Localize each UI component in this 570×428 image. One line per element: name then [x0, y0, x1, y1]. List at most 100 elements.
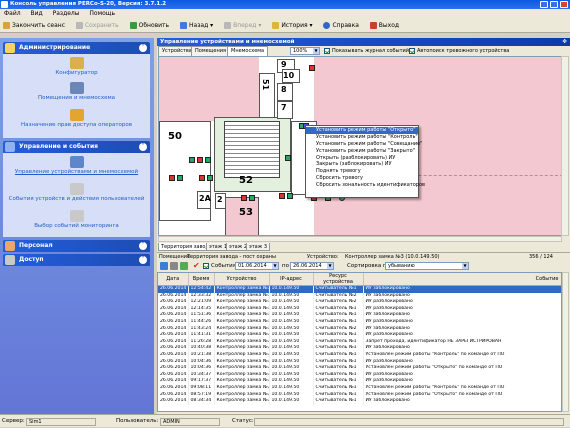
nav-item-device-events[interactable]: События устройств и действия пользовател…: [3, 183, 150, 202]
table-row[interactable]: 26.06.2014 11:41:31 Контроллер замка №3 10.…: [158, 332, 561, 339]
section-events-header[interactable]: Управление и события ˄: [3, 141, 150, 153]
exit-button[interactable]: Выход: [369, 19, 399, 33]
table-row[interactable]: 26.06.2014 10:04:36 Контроллер замка №3 10.…: [158, 358, 561, 366]
save-button[interactable]: Сохранить: [75, 19, 119, 33]
column-header-event[interactable]: Событие: [363, 273, 561, 286]
tab-mnemonic[interactable]: Мнемосхема: [227, 46, 269, 56]
date-to-picker[interactable]: 26.06.2014 ▼: [290, 262, 334, 270]
table-cell: 26.06.2014: [158, 371, 189, 379]
table-cell: 11:26:28: [188, 338, 215, 346]
door-device-icon[interactable]: [199, 175, 205, 181]
checkbox[interactable]: [409, 47, 415, 54]
menu-sections[interactable]: Разделы: [53, 10, 80, 17]
table-row[interactable]: 26.06.2014 08:34:34 Контроллер замка №3 10.…: [158, 398, 561, 405]
table-row[interactable]: 26.06.2014 10:21:38 Контроллер замка №3 10.…: [158, 351, 561, 359]
export-icon[interactable]: [180, 262, 188, 270]
table-row[interactable]: 26.06.2014 10:40:38 Контроллер замка №3 10.…: [158, 345, 561, 352]
forward-button[interactable]: Вперед ▾: [224, 19, 261, 33]
menu-item-reset-zones[interactable]: Сбросить зональность идентификаторов: [306, 182, 425, 189]
door-device-icon[interactable]: [197, 157, 203, 163]
nav-item-device-control[interactable]: Управление устройствами и мнемосхемой: [3, 156, 150, 175]
date-from-picker[interactable]: 01.06.2014 ▼: [235, 262, 279, 270]
refresh-events-icon[interactable]: [160, 262, 168, 270]
menu-item-reset-alarm[interactable]: Сбросить тревогу: [306, 175, 418, 182]
door-device-icon[interactable]: [177, 175, 183, 181]
menu-item-raise-alarm[interactable]: Поднять тревогу: [306, 168, 418, 175]
menu-file[interactable]: Файл: [4, 10, 21, 17]
map-vertical-scrollbar[interactable]: [561, 56, 569, 236]
help-button[interactable]: Справка: [323, 19, 359, 33]
close-button[interactable]: [560, 1, 568, 8]
table-row[interactable]: 26.06.2014 12:33:32 Контроллер замка №1 10.…: [158, 292, 561, 300]
menu-item-mode-meeting[interactable]: Установить режим работы "Совещание": [306, 141, 422, 148]
refresh-button[interactable]: Обновить: [129, 19, 169, 33]
expand-chevron-icon[interactable]: ˅: [139, 242, 147, 250]
door-device-icon[interactable]: [279, 193, 285, 199]
checkbox[interactable]: [203, 262, 209, 269]
back-button[interactable]: Назад ▾: [180, 19, 213, 33]
door-device-icon[interactable]: [169, 175, 175, 181]
column-header-ip[interactable]: IP-адрес: [269, 273, 314, 286]
menu-item-lock[interactable]: Закрыть (заблокировать) ИУ: [306, 161, 418, 168]
nav-item-monitoring-events[interactable]: Выбор событий мониторинга: [3, 210, 150, 229]
nav-item-configurator[interactable]: Конфигуратор: [3, 57, 150, 76]
menu-item-mode-open[interactable]: Установить режим работы "Открыто": [306, 127, 418, 134]
column-header-resource[interactable]: Ресурс устройства: [313, 273, 364, 286]
checkbox[interactable]: [324, 47, 330, 54]
menu-item-mode-closed[interactable]: Установить режим работы "Закрыто": [306, 148, 418, 155]
column-header-device[interactable]: Устройство: [214, 273, 270, 286]
table-row[interactable]: 26.06.2014 08:57:19 Контроллер замка №3 10.…: [158, 391, 561, 399]
table-row[interactable]: 26.06.2014 10:04:36 Контроллер замка №3 10.…: [158, 365, 561, 372]
table-row[interactable]: 26.06.2014 11:44:26 Контроллер замка №1 10.…: [158, 318, 561, 326]
collapse-chevron-icon[interactable]: ˄: [139, 143, 147, 151]
toolbar: Закончить сеанс Сохранить Обновить Назад…: [0, 19, 570, 33]
door-device-icon[interactable]: [189, 157, 195, 163]
door-device-icon[interactable]: [285, 155, 291, 161]
autopoll-checkbox[interactable]: Автопоиск тревожного устройства: [409, 46, 509, 56]
menu-item-mode-control[interactable]: Установить режим работы "Контроль": [306, 134, 418, 141]
door-device-icon[interactable]: [249, 195, 255, 201]
table-cell: 10.0.149.50: [269, 285, 314, 293]
end-session-button[interactable]: Закончить сеанс: [3, 19, 65, 33]
tab-rooms[interactable]: Помещения: [191, 46, 230, 56]
door-device-icon[interactable]: [287, 193, 293, 199]
table-row[interactable]: 26.06.2014 12:21:09 Контроллер замка №1 10.…: [158, 299, 561, 306]
table-row[interactable]: 26.06.2014 12:54:42 Контроллер замка №1 10.…: [158, 285, 561, 293]
table-row[interactable]: 26.06.2014 09:17:37 Контроллер замка №3 10.…: [158, 378, 561, 385]
section-access-header[interactable]: Доступ ˅: [3, 254, 150, 266]
table-row[interactable]: 26.06.2014 11:26:28 Контроллер замка №3 10.…: [158, 338, 561, 346]
print-icon[interactable]: [170, 262, 178, 270]
section-personnel-header[interactable]: Персонал ˅: [3, 240, 150, 252]
table-row[interactable]: 26.06.2014 09:08:11 Контроллер замка №3 10.…: [158, 384, 561, 392]
menu-help[interactable]: Помощь: [89, 10, 115, 17]
table-row[interactable]: 26.06.2014 10:34:37 Контроллер замка №3 10.…: [158, 371, 561, 379]
table-row[interactable]: 26.06.2014 11:43:24 Контроллер замка №1 10.…: [158, 325, 561, 333]
door-device-icon[interactable]: [205, 157, 211, 163]
door-device-icon[interactable]: [207, 175, 213, 181]
zone-pink: [159, 57, 259, 121]
collapse-chevron-icon[interactable]: ˄: [139, 44, 147, 52]
door-device-icon[interactable]: [309, 65, 315, 71]
section-admin-header[interactable]: Администрирование ˄: [3, 42, 150, 54]
zoom-select[interactable]: 100% ▼: [290, 47, 320, 55]
pin-icon[interactable]: ✥: [562, 38, 567, 46]
table-row[interactable]: 26.06.2014 12:14:35 Контроллер замка №1 10.…: [158, 305, 561, 313]
table-row[interactable]: 26.06.2014 11:51:36 Контроллер замка №1 10.…: [158, 312, 561, 319]
menu-view[interactable]: Вид: [31, 10, 43, 17]
door-device-icon[interactable]: [241, 195, 247, 201]
column-header-time[interactable]: Время: [188, 273, 215, 286]
floor-tab-3[interactable]: этаж 3: [246, 243, 270, 251]
menu-item-unlock[interactable]: Открыть (разблокировать) ИУ: [306, 155, 418, 162]
column-header-date[interactable]: Дата: [158, 273, 189, 286]
maximize-button[interactable]: [550, 1, 558, 8]
map-horizontal-scrollbar[interactable]: [158, 236, 562, 242]
show-log-checkbox[interactable]: Показывать журнал событий: [324, 46, 409, 56]
minimize-button[interactable]: [540, 1, 548, 8]
history-button[interactable]: История ▾: [272, 19, 313, 33]
nav-item-operator-rights[interactable]: Назначение прав доступа операторов: [3, 109, 150, 128]
sort-order-select[interactable]: убыванию ▼: [385, 262, 469, 270]
table-vertical-scrollbar[interactable]: [562, 272, 569, 412]
expand-chevron-icon[interactable]: ˅: [139, 256, 147, 264]
check-icon[interactable]: ✔: [193, 260, 200, 272]
nav-item-rooms-mnemonic[interactable]: Помещения и мнемосхема: [3, 82, 150, 101]
